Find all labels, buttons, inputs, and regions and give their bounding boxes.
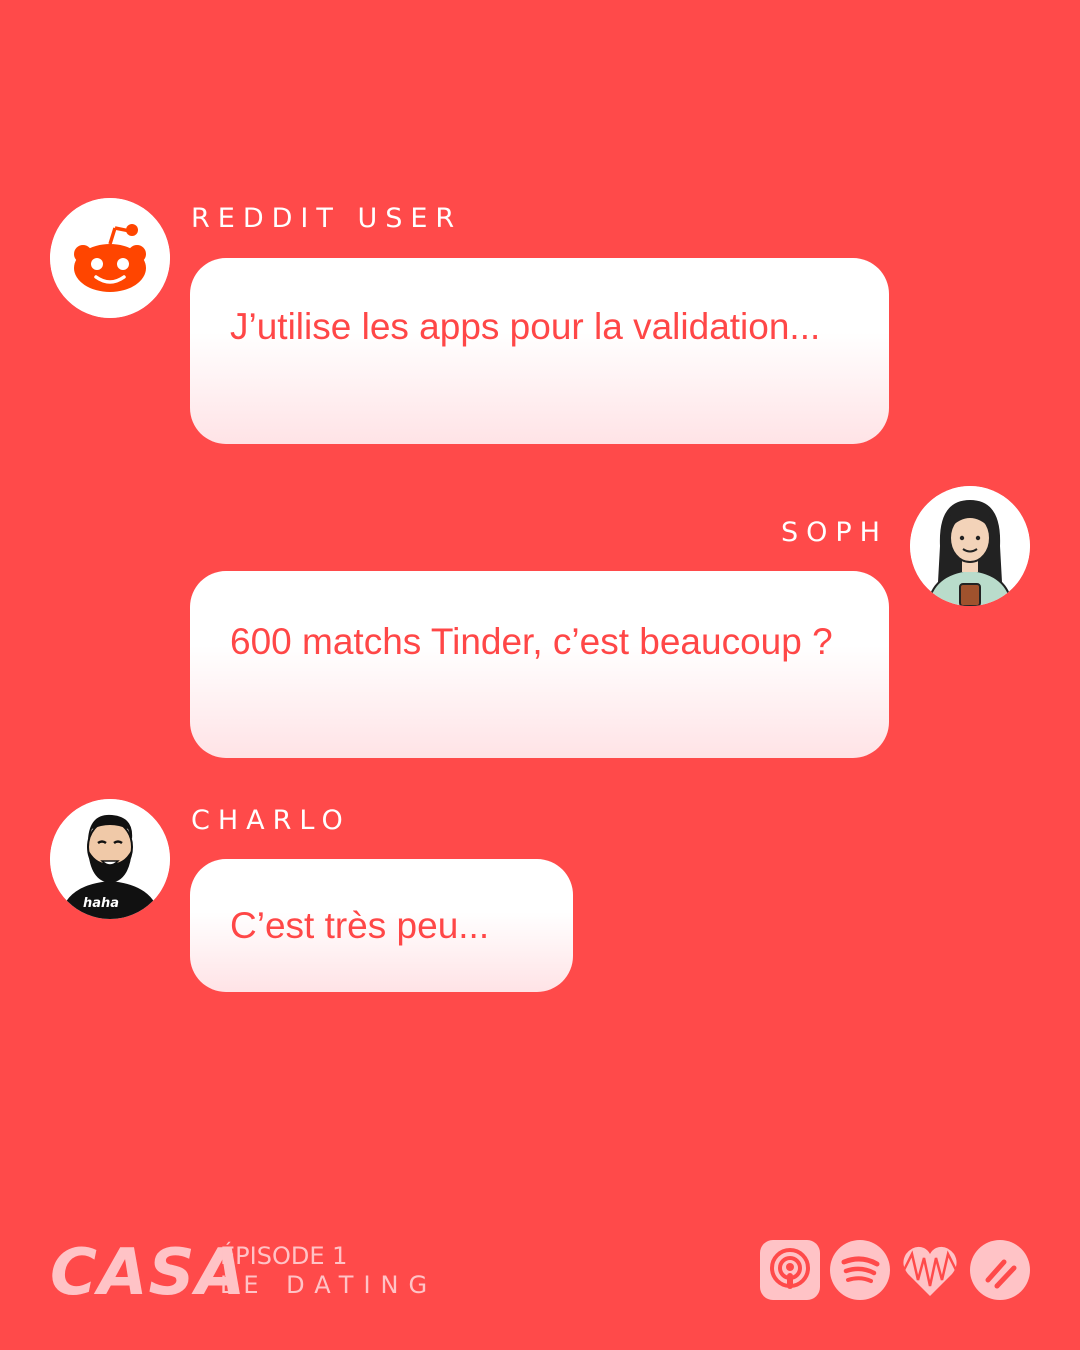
iheartradio-icon[interactable]	[900, 1240, 960, 1300]
message-author: CHARLO	[191, 805, 351, 836]
charlo-avatar: haha	[50, 799, 170, 919]
ohdio-icon[interactable]	[970, 1240, 1030, 1300]
casa-logo: CASA	[50, 1236, 247, 1310]
message-text: J’utilise les apps pour la validation...	[230, 306, 821, 347]
message-bubble: C’est très peu...	[190, 859, 573, 992]
message-bubble: 600 matchs Tinder, c’est beaucoup ?	[190, 571, 889, 758]
message-text: C’est très peu...	[230, 905, 490, 946]
soph-avatar	[910, 486, 1030, 606]
spotify-icon[interactable]	[830, 1240, 890, 1300]
episode-number: ÉPISODE 1	[220, 1242, 348, 1270]
message-author: SOPH	[781, 517, 888, 548]
woman-illustration-avatar	[910, 486, 1030, 606]
message-author: REDDIT USER	[191, 203, 463, 234]
bearded-man-illustration-avatar: haha	[50, 799, 170, 919]
reddit-icon	[50, 198, 170, 318]
apple-podcasts-icon[interactable]	[760, 1240, 820, 1300]
reddit-avatar	[50, 198, 170, 318]
message-bubble: J’utilise les apps pour la validation...	[190, 258, 889, 444]
episode-title: LE DATING	[220, 1271, 438, 1299]
shirt-text: haha	[83, 896, 119, 911]
message-text: 600 matchs Tinder, c’est beaucoup ?	[230, 621, 833, 662]
